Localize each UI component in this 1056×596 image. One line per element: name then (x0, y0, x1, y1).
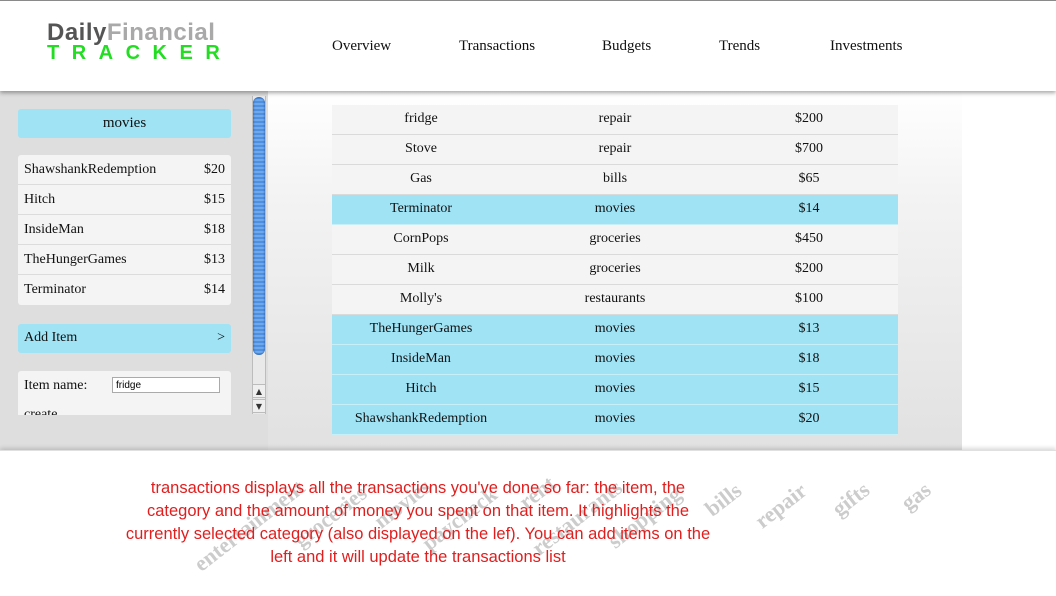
annotation-note: transactions displays all the transactio… (125, 479, 711, 566)
cell-amount: $200 (795, 111, 823, 126)
cell-amount: $15 (798, 381, 820, 396)
item-name: ShawshankRedemption (24, 162, 157, 177)
logo-tracker: TRACKER (47, 42, 233, 64)
table-row[interactable]: Gas bills $65 (332, 165, 898, 195)
table-row[interactable]: TheHungerGames movies $13 (332, 315, 898, 345)
scroll-down-arrow-icon[interactable]: ▼ (252, 399, 266, 413)
cell-item: Stove (405, 141, 437, 156)
cell-category: movies (594, 381, 636, 396)
table-row[interactable]: Hitch movies $15 (332, 375, 898, 405)
list-item[interactable]: Terminator $14 (18, 275, 231, 305)
chevron-right-icon: > (217, 330, 225, 345)
cell-category: restaurants (584, 291, 646, 306)
item-name-input[interactable] (112, 377, 220, 393)
nav-overview[interactable]: Overview (332, 38, 391, 55)
list-item[interactable]: InsideMan $18 (18, 215, 231, 245)
app-header: DailyFinancial TRACKER Overview Transact… (0, 0, 1056, 91)
list-item[interactable]: ShawshankRedemption $20 (18, 155, 231, 185)
add-item-label: Add Item (24, 330, 78, 345)
table-row[interactable]: Milk groceries $200 (332, 255, 898, 285)
cell-amount: $450 (795, 231, 823, 246)
cell-category: movies (594, 411, 636, 426)
cell-item: fridge (404, 111, 438, 126)
table-row[interactable]: Molly's restaurants $100 (332, 285, 898, 315)
table-row[interactable]: InsideMan movies $18 (332, 345, 898, 375)
item-amount: $14 (204, 282, 225, 297)
cell-item: Milk (407, 261, 435, 276)
cell-category: repair (598, 141, 632, 156)
cell-amount: $100 (795, 291, 823, 306)
list-item[interactable]: TheHungerGames $13 (18, 245, 231, 275)
app-logo[interactable]: DailyFinancial TRACKER (47, 21, 227, 65)
transactions-table: fridge repair $200 Stove repair $700 Gas… (332, 105, 898, 435)
table-row[interactable]: CornPops groceries $450 (332, 225, 898, 255)
table-row[interactable]: ShawshankRedemption movies $20 (332, 405, 898, 435)
table-row[interactable]: Stove repair $700 (332, 135, 898, 165)
category-word-gifts[interactable]: gifts (827, 477, 875, 522)
item-name: TheHungerGames (24, 252, 127, 267)
item-amount: $18 (204, 222, 225, 237)
cell-amount: $13 (798, 321, 820, 336)
category-word-gas[interactable]: gas (896, 477, 936, 516)
cell-item: Gas (410, 171, 432, 186)
cell-amount: $700 (795, 141, 823, 156)
cell-category: bills (602, 171, 628, 186)
cell-amount: $65 (798, 171, 820, 186)
cell-category: repair (598, 111, 632, 126)
add-item-form: Item name: create (18, 371, 231, 415)
table-row[interactable]: Terminator movies $14 (332, 195, 898, 225)
cell-category: movies (594, 351, 636, 366)
item-name: InsideMan (24, 222, 84, 237)
table-row[interactable]: fridge repair $200 (332, 105, 898, 135)
cell-item: Terminator (390, 201, 452, 216)
category-item-list: ShawshankRedemption $20 Hitch $15 Inside… (18, 155, 231, 305)
nav-transactions[interactable]: Transactions (459, 38, 535, 55)
cell-amount: $200 (795, 261, 823, 276)
nav-investments[interactable]: Investments (830, 38, 903, 55)
cell-category: groceries (589, 261, 641, 276)
cell-item: TheHungerGames (369, 321, 473, 336)
cell-category: groceries (589, 231, 641, 246)
list-item[interactable]: Hitch $15 (18, 185, 231, 215)
item-name: Hitch (24, 192, 56, 207)
scroll-up-arrow-icon[interactable]: ▲ (252, 384, 266, 398)
cell-category: movies (594, 201, 636, 216)
cell-item: CornPops (393, 231, 449, 246)
item-amount: $20 (204, 162, 225, 177)
cell-amount: $18 (798, 351, 820, 366)
category-word-repair[interactable]: repair (750, 478, 812, 534)
item-amount: $13 (204, 252, 225, 267)
cell-item: InsideMan (391, 351, 451, 366)
cell-amount: $20 (798, 411, 820, 426)
cell-item: ShawshankRedemption (354, 411, 488, 426)
item-name: Terminator (24, 282, 86, 297)
nav-budgets[interactable]: Budgets (602, 38, 651, 55)
scrollbar-thumb[interactable] (253, 97, 265, 355)
nav-trends[interactable]: Trends (719, 38, 760, 55)
selected-category-header[interactable]: movies (18, 109, 231, 138)
cell-category: movies (594, 321, 636, 336)
item-amount: $15 (204, 192, 225, 207)
item-name-label: Item name: (24, 378, 88, 393)
add-item-button[interactable]: Add Item > (18, 324, 231, 353)
cell-amount: $14 (798, 201, 820, 216)
cell-item: Hitch (405, 381, 437, 396)
create-label: create (24, 407, 58, 415)
cell-item: Molly's (399, 291, 443, 306)
